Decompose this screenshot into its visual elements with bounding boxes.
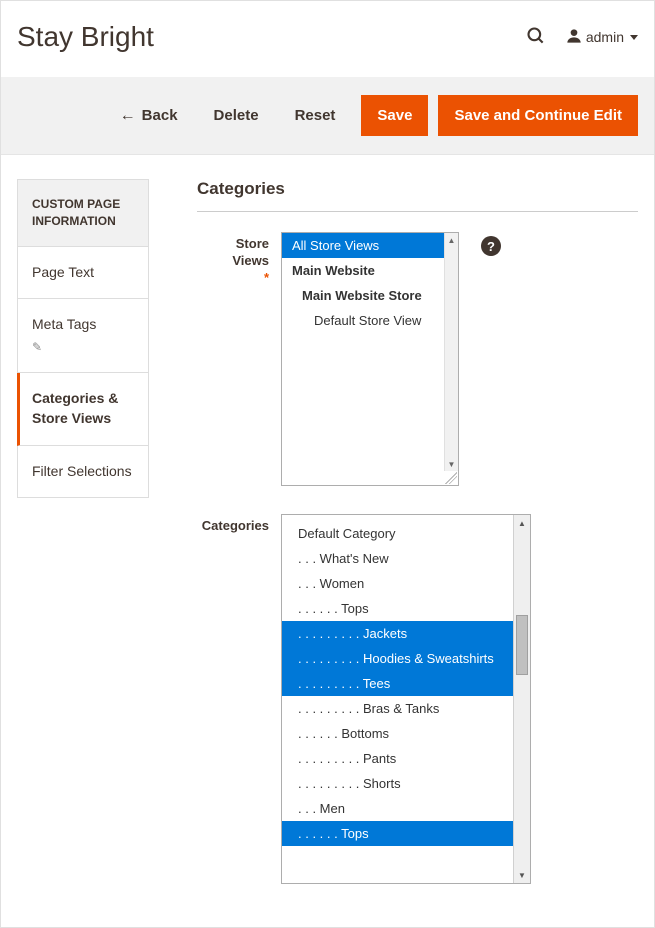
category-option[interactable]: . . . . . . Tops	[282, 821, 530, 846]
arrow-left-icon: ←	[120, 107, 136, 125]
reset-button[interactable]: Reset	[277, 97, 354, 134]
category-option[interactable]: . . . Men	[282, 796, 530, 821]
store-views-label: Store Views	[232, 236, 269, 268]
back-label: Back	[142, 107, 178, 124]
category-option[interactable]: . . . . . . . . . Hoodies & Sweatshirts	[282, 646, 530, 671]
category-option[interactable]: . . . . . . . . . Tees	[282, 671, 530, 696]
save-button[interactable]: Save	[361, 95, 428, 136]
category-option[interactable]: . . . . . . . . . Jackets	[282, 621, 530, 646]
sidebar-header: CUSTOM PAGE INFORMATION	[17, 179, 149, 247]
category-option[interactable]: . . . . . . . . . Pants	[282, 746, 530, 771]
resize-handle[interactable]	[445, 472, 457, 484]
category-option[interactable]: . . . . . . . . . Shorts	[282, 771, 530, 796]
sidebar-item-label: Meta Tags	[32, 315, 134, 335]
page-title: Stay Bright	[17, 21, 154, 53]
category-option[interactable]: . . . . . . Bottoms	[282, 721, 530, 746]
scrollbar[interactable]: ▲ ▼	[513, 515, 530, 883]
categories-label: Categories	[202, 518, 269, 533]
sidebar-item[interactable]: Filter Selections	[17, 446, 149, 499]
scroll-up-icon[interactable]: ▲	[514, 515, 530, 531]
help-icon[interactable]: ?	[481, 236, 501, 256]
sidebar-item-label: Filter Selections	[32, 462, 134, 482]
chevron-down-icon	[630, 35, 638, 40]
category-option[interactable]: . . . . . . Tops	[282, 596, 530, 621]
sidebar-item[interactable]: Categories & Store Views	[17, 373, 149, 445]
back-button[interactable]: ← Back	[102, 97, 196, 135]
sidebar-item[interactable]: Meta Tags ✎	[17, 299, 149, 373]
category-option[interactable]: Default Category	[282, 521, 530, 546]
store-view-option[interactable]: Default Store View	[282, 308, 458, 333]
delete-button[interactable]: Delete	[196, 97, 277, 134]
sidebar: CUSTOM PAGE INFORMATION Page Text Meta Ta…	[17, 179, 149, 912]
section-title: Categories	[197, 179, 638, 212]
scroll-down-icon[interactable]: ▼	[445, 457, 458, 471]
store-view-option[interactable]: All Store Views	[282, 233, 458, 258]
required-indicator: *	[197, 270, 269, 287]
category-option[interactable]: . . . . . . . . . Bras & Tanks	[282, 696, 530, 721]
pencil-icon: ✎	[32, 339, 42, 356]
category-option[interactable]: . . . Women	[282, 571, 530, 596]
scroll-down-icon[interactable]: ▼	[514, 867, 530, 883]
store-view-option[interactable]: Main Website Store	[282, 283, 458, 308]
user-icon	[566, 28, 582, 47]
store-view-option[interactable]: Main Website	[282, 258, 458, 283]
action-toolbar: ← Back Delete Reset Save Save and Contin…	[1, 77, 654, 155]
categories-select[interactable]: Default Category. . . What's New. . . Wo…	[281, 514, 531, 884]
sidebar-item-label: Page Text	[32, 263, 134, 283]
scroll-up-icon[interactable]: ▲	[445, 233, 458, 247]
sidebar-item[interactable]: Page Text	[17, 247, 149, 300]
user-label: admin	[586, 29, 624, 45]
category-option[interactable]: . . . What's New	[282, 546, 530, 571]
scrollbar[interactable]: ▲ ▼	[444, 233, 458, 471]
user-menu[interactable]: admin	[566, 28, 638, 47]
scroll-thumb[interactable]	[516, 615, 528, 675]
store-views-select[interactable]: All Store ViewsMain WebsiteMain Website …	[281, 232, 459, 486]
search-icon[interactable]	[526, 26, 546, 49]
save-continue-button[interactable]: Save and Continue Edit	[438, 95, 638, 136]
sidebar-item-label: Categories & Store Views	[32, 389, 134, 428]
